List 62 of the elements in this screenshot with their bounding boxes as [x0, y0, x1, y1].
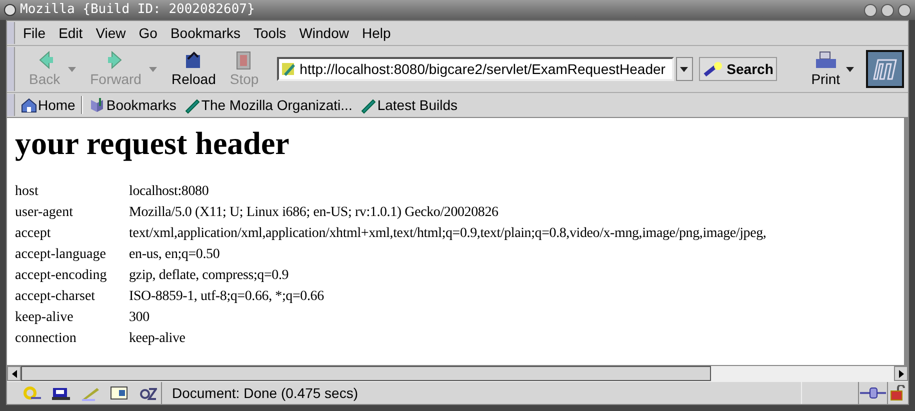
header-value: Mozilla/5.0 (X11; U; Linux i686; en-US; rv:1.0.1) Gecko/20020826	[129, 204, 498, 222]
pen-icon	[360, 96, 376, 114]
pen-icon	[184, 96, 200, 114]
minimize-icon[interactable]	[864, 4, 877, 16]
menu-item[interactable]: Go	[132, 22, 164, 44]
mail-icon[interactable]	[52, 385, 70, 401]
header-value: localhost:8080	[129, 183, 209, 201]
bookmark-link[interactable]: The Mozilla Organizati...	[182, 94, 354, 116]
menu-item[interactable]: Help	[356, 22, 397, 44]
header-name: accept-language	[15, 246, 107, 264]
scrollbar-thumb[interactable]	[21, 366, 711, 381]
grippy[interactable]	[7, 22, 15, 44]
window-title: Mozilla {Build ID: 2002082607}	[20, 1, 255, 20]
maximize-icon[interactable]	[881, 4, 894, 16]
window-menu-icon[interactable]	[4, 4, 16, 16]
mozilla-logo[interactable]	[866, 50, 904, 88]
bookmark-link[interactable]: Home	[19, 94, 78, 116]
left-arrow-icon	[12, 370, 16, 378]
reload-button[interactable]: Reload	[167, 51, 220, 87]
header-value: text/xml,application/xml,application/xhtml+xml,text/html;q=0.9,text/plain;q=0.8,video/x-mng,image/png,image/jpeg,	[129, 225, 766, 243]
menu-item[interactable]: Window	[293, 22, 355, 44]
header-name: user-agent	[15, 204, 74, 222]
header-name: connection	[15, 330, 78, 348]
header-value: ISO-8859-1, utf-8;q=0.66, *;q=0.66	[129, 288, 324, 306]
menu-item[interactable]: Bookmarks	[164, 22, 246, 44]
menu-item[interactable]: File	[17, 22, 52, 44]
scroll-left-button[interactable]	[7, 366, 21, 381]
printer-icon	[814, 51, 838, 71]
magnifier-icon	[702, 61, 725, 77]
header-value: gzip, deflate, compress;q=0.9	[129, 267, 289, 285]
print-button[interactable]: Print	[811, 51, 840, 87]
header-value: en-us, en;q=0.50	[129, 246, 220, 264]
header-name: accept-charset	[15, 288, 96, 306]
house-icon	[21, 96, 37, 114]
bookmark-link[interactable]: Bookmarks	[87, 94, 178, 116]
page-heading: your request header	[15, 124, 290, 162]
caret-icon[interactable]	[846, 66, 854, 72]
header-name: accept-encoding	[15, 267, 108, 285]
address-field[interactable]: http://localhost:8080/bigcare2/servlet/ExamRequestHeader	[276, 57, 674, 81]
address-book-icon[interactable]	[110, 385, 128, 401]
search-button[interactable]: Search	[698, 57, 778, 81]
menu-item[interactable]: View	[90, 22, 132, 44]
book-icon	[89, 96, 106, 114]
scroll-right-button[interactable]	[894, 366, 908, 381]
page-icon	[280, 61, 297, 77]
bookmark-link[interactable]: Latest Builds	[358, 94, 460, 116]
status-text: Document: Done (0.475 secs)	[162, 382, 802, 404]
caret-icon	[680, 66, 688, 72]
dropdown-button[interactable]	[676, 57, 693, 81]
header-name: host	[15, 183, 40, 201]
header-name: keep-alive	[15, 309, 74, 327]
padlock-icon	[890, 385, 906, 401]
grippy[interactable]	[7, 47, 15, 91]
header-name: accept	[15, 225, 52, 243]
right-arrow-icon	[898, 370, 904, 378]
grippy[interactable]	[7, 94, 15, 116]
header-value: keep-alive	[129, 330, 186, 348]
menu-item[interactable]: Tools	[248, 22, 292, 44]
close-icon[interactable]	[898, 4, 911, 16]
connection-icon	[860, 386, 886, 400]
menu-item[interactable]: Edit	[52, 22, 89, 44]
header-value: 300	[129, 309, 150, 327]
